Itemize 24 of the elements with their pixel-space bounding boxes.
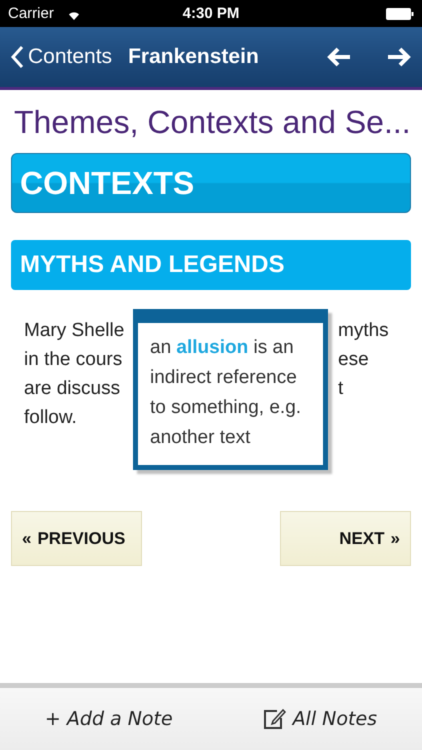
paragraph-text: are discuss xyxy=(24,378,120,400)
page-title: Themes, Contexts and Se... xyxy=(14,104,412,141)
paragraph-text: ese xyxy=(338,348,369,370)
all-notes-button[interactable]: All Notes xyxy=(262,708,378,730)
next-button[interactable]: NEXT » xyxy=(280,511,411,566)
time-label: 4:30 PM xyxy=(182,5,240,22)
section-heading: CONTEXTS xyxy=(11,153,411,213)
previous-button[interactable]: « PREVIOUS xyxy=(11,511,142,566)
definition-text: an allusion is an indirect reference to something, e.g. another text xyxy=(150,336,302,450)
paragraph-text: follow. xyxy=(24,406,77,428)
paragraph-text: in the cours xyxy=(24,348,122,370)
chevron-left-icon xyxy=(10,45,24,69)
paragraph-text: Mary Shelle xyxy=(24,320,124,342)
add-note-button[interactable]: + Add a Note xyxy=(44,708,173,730)
carrier-label: Carrier xyxy=(8,5,54,22)
edit-note-icon xyxy=(262,708,287,730)
next-page-button[interactable] xyxy=(386,46,412,68)
back-button[interactable]: Contents xyxy=(10,45,112,69)
previous-page-button[interactable] xyxy=(326,46,352,68)
battery-icon xyxy=(386,8,414,20)
paragraph-text: myths xyxy=(338,320,389,342)
subheading: MYTHS AND LEGENDS xyxy=(11,240,411,290)
nav-title: Frankenstein xyxy=(128,45,260,69)
paragraph-text: t xyxy=(338,378,344,400)
